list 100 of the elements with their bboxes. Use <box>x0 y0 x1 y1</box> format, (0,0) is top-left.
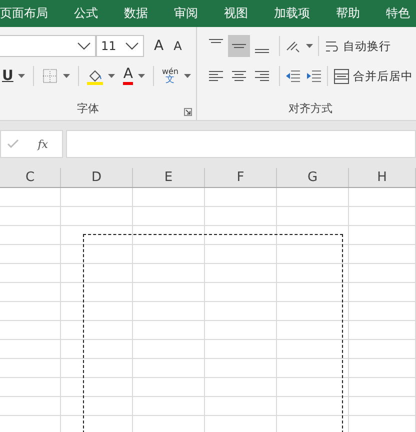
grid-cell[interactable] <box>277 359 349 378</box>
grid-cell[interactable] <box>277 264 349 283</box>
grid-cell[interactable] <box>205 207 277 226</box>
grid-cell[interactable] <box>0 264 61 283</box>
increase-indent-icon[interactable] <box>306 68 322 84</box>
grid-cell[interactable] <box>133 378 205 397</box>
grid-cell[interactable] <box>0 302 61 321</box>
merge-center-icon[interactable] <box>333 68 350 84</box>
grid-cell[interactable] <box>61 340 133 359</box>
menu-tab[interactable]: 特色 <box>386 5 410 22</box>
grid-cell[interactable] <box>349 397 416 416</box>
grid-cell[interactable] <box>133 321 205 340</box>
grid-cell[interactable] <box>205 188 277 207</box>
grid-cell[interactable] <box>61 207 133 226</box>
grid-cell[interactable] <box>205 226 277 245</box>
grid-cell[interactable] <box>349 283 416 302</box>
grid-cell[interactable] <box>0 359 61 378</box>
menu-tab[interactable]: 审阅 <box>174 5 198 22</box>
grid-cell[interactable] <box>0 397 61 416</box>
insert-function-button[interactable]: fx <box>38 138 48 150</box>
menu-tab[interactable]: 页面布局 <box>0 5 48 22</box>
grid-cell[interactable] <box>277 378 349 397</box>
font-size-dropdown[interactable]: 11 <box>96 35 144 57</box>
grid-cell[interactable] <box>277 226 349 245</box>
grid-cell[interactable] <box>133 340 205 359</box>
grid-cell[interactable] <box>349 245 416 264</box>
grid-cell[interactable] <box>349 264 416 283</box>
caret-icon[interactable] <box>18 74 26 78</box>
caret-icon[interactable] <box>63 74 70 78</box>
grid-cell[interactable] <box>133 359 205 378</box>
menu-tab[interactable]: 视图 <box>224 5 248 22</box>
grid-cell[interactable] <box>277 397 349 416</box>
grid-cell[interactable] <box>349 207 416 226</box>
column-header[interactable]: G <box>277 168 349 187</box>
grid-cell[interactable] <box>205 340 277 359</box>
grid-cell[interactable] <box>133 226 205 245</box>
column-header[interactable]: C <box>0 168 61 187</box>
column-header[interactable]: F <box>205 168 277 187</box>
grid-cell[interactable] <box>61 226 133 245</box>
grid-cell[interactable] <box>133 397 205 416</box>
grid-cell[interactable] <box>133 188 205 207</box>
grid-cell[interactable] <box>349 302 416 321</box>
grid-cell[interactable] <box>349 359 416 378</box>
grid-cell[interactable] <box>0 245 61 264</box>
merge-center-button[interactable]: 合并后居中 <box>353 68 413 84</box>
grid-cell[interactable] <box>205 264 277 283</box>
grid-cell[interactable] <box>205 397 277 416</box>
font-color-button[interactable]: A <box>123 67 133 85</box>
grid-cell[interactable] <box>349 226 416 245</box>
decrease-indent-icon[interactable] <box>285 68 301 84</box>
grid-cell[interactable] <box>277 188 349 207</box>
align-middle-button[interactable] <box>228 35 250 57</box>
grid-cell[interactable] <box>133 264 205 283</box>
menu-tab[interactable]: 帮助 <box>336 5 360 22</box>
grid-cell[interactable] <box>61 321 133 340</box>
borders-icon[interactable] <box>42 68 58 84</box>
grid-cell[interactable] <box>277 283 349 302</box>
grid-cell[interactable] <box>61 397 133 416</box>
wrap-text-button[interactable]: 自动换行 <box>343 38 391 54</box>
grid-cell[interactable] <box>277 245 349 264</box>
check-icon[interactable] <box>7 139 19 149</box>
grid-cell[interactable] <box>61 359 133 378</box>
grid-cell[interactable] <box>349 321 416 340</box>
grid-cell[interactable] <box>277 207 349 226</box>
grid-cell[interactable] <box>277 321 349 340</box>
grid-cell[interactable] <box>61 378 133 397</box>
grid-cell[interactable] <box>133 283 205 302</box>
grid-cell[interactable] <box>0 378 61 397</box>
grid-cell[interactable] <box>277 302 349 321</box>
grid-cell[interactable] <box>349 378 416 397</box>
grid-cell[interactable] <box>205 302 277 321</box>
menu-tab[interactable]: 数据 <box>124 5 148 22</box>
grid-cell[interactable] <box>0 188 61 207</box>
grid-cell[interactable] <box>0 321 61 340</box>
formula-input[interactable] <box>66 130 416 158</box>
fill-bucket-icon[interactable] <box>87 68 104 84</box>
grid-cell[interactable] <box>0 226 61 245</box>
caret-icon[interactable] <box>138 74 145 78</box>
column-header[interactable]: D <box>61 168 133 187</box>
dialog-launcher-icon[interactable] <box>184 108 192 116</box>
grid-cell[interactable] <box>61 264 133 283</box>
grid-cell[interactable] <box>61 245 133 264</box>
grid-cell[interactable] <box>0 283 61 302</box>
caret-icon[interactable] <box>306 44 313 48</box>
grow-font-button[interactable]: A <box>154 38 164 54</box>
grid-cell[interactable] <box>133 245 205 264</box>
chevron-icon[interactable] <box>125 42 139 50</box>
menu-tab[interactable]: 加载项 <box>274 5 310 22</box>
grid-cell[interactable] <box>61 188 133 207</box>
grid-cell[interactable] <box>205 378 277 397</box>
grid-cell[interactable] <box>205 283 277 302</box>
grid-cell[interactable] <box>61 283 133 302</box>
grid-cell[interactable] <box>205 321 277 340</box>
phonetic-button[interactable]: wén 文 <box>162 67 178 85</box>
caret-icon[interactable] <box>184 74 190 78</box>
underline-button[interactable]: U <box>2 68 14 84</box>
column-header[interactable]: E <box>133 168 205 187</box>
grid-cell[interactable] <box>205 245 277 264</box>
grid-cell[interactable] <box>0 340 61 359</box>
grid-cell[interactable] <box>349 340 416 359</box>
